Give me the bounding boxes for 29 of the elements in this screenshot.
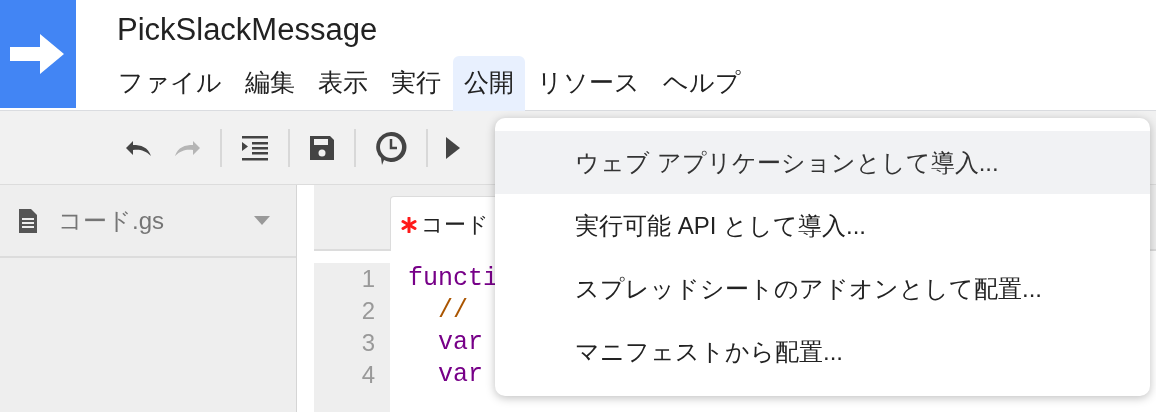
menu-item[interactable]: 公開 bbox=[453, 56, 525, 111]
code-line: var bbox=[437, 327, 484, 359]
clock-icon[interactable] bbox=[374, 129, 408, 166]
indent-icon[interactable] bbox=[240, 133, 270, 162]
menu-item[interactable]: リソース bbox=[526, 56, 651, 111]
menu-item[interactable]: ヘルプ bbox=[652, 56, 752, 111]
line-number: 4 bbox=[361, 360, 375, 390]
line-number: 1 bbox=[361, 264, 375, 294]
file-name: コード.gs bbox=[58, 205, 164, 236]
menu-option[interactable]: ウェブ アプリケーションとして導入... bbox=[495, 131, 1150, 194]
menu-item[interactable]: ファイル bbox=[107, 56, 233, 111]
menu-option[interactable]: スプレッドシートのアドオンとして配置... bbox=[495, 257, 1150, 320]
arrow-icon bbox=[10, 32, 66, 76]
document-icon bbox=[18, 207, 38, 234]
file-item[interactable]: コード.gs bbox=[0, 185, 296, 258]
menu-item[interactable]: 実行 bbox=[380, 56, 452, 111]
tab-label: コード bbox=[421, 211, 489, 239]
code-line: functi bbox=[408, 263, 498, 295]
menu-item[interactable]: 表示 bbox=[307, 56, 379, 111]
code-line: // bbox=[437, 295, 469, 327]
play-icon[interactable] bbox=[446, 134, 460, 161]
code-line: var bbox=[437, 359, 484, 391]
line-number: 3 bbox=[361, 328, 375, 358]
menu-item[interactable]: 編集 bbox=[234, 56, 306, 111]
project-title[interactable]: PickSlackMessage bbox=[117, 10, 752, 50]
menu-option[interactable]: マニフェストから配置... bbox=[495, 320, 1150, 383]
line-number: 2 bbox=[361, 296, 375, 326]
save-icon[interactable] bbox=[308, 133, 336, 162]
app-logo[interactable] bbox=[0, 0, 76, 108]
